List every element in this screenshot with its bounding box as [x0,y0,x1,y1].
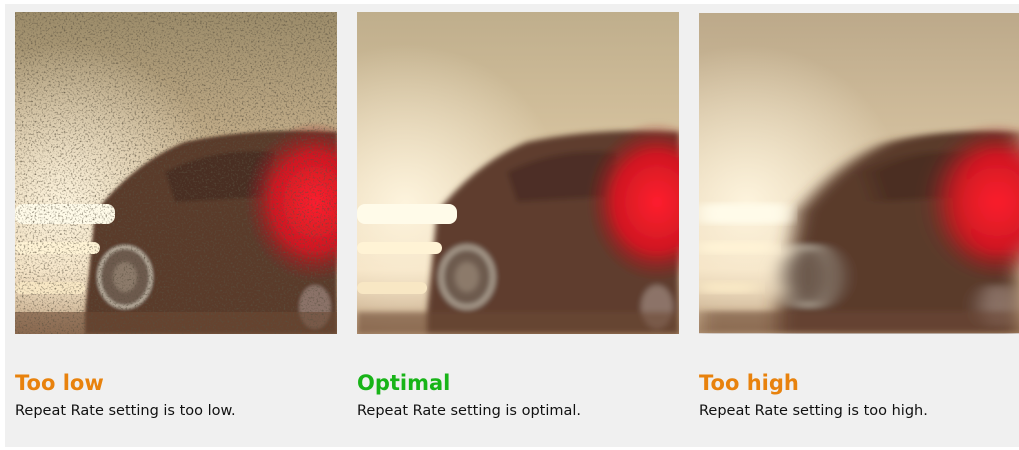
car-photo-too-high [699,12,1019,334]
comparison-card-too-high: Too high Repeat Rate setting is too high… [699,0,1019,450]
caption-title: Too high [699,371,799,395]
caption-title: Too low [15,371,104,395]
comparison-card-optimal: Optimal Repeat Rate setting is optimal. [357,0,687,450]
caption-title: Optimal [357,371,451,395]
caption-description: Repeat Rate setting is too low. [15,403,236,419]
car-photo-optimal [357,12,679,334]
comparison-card-too-low: Too low Repeat Rate setting is too low. [15,0,345,450]
caption-description: Repeat Rate setting is optimal. [357,403,582,419]
caption-description: Repeat Rate setting is too high. [699,403,928,419]
car-photo-too-low [15,12,337,334]
